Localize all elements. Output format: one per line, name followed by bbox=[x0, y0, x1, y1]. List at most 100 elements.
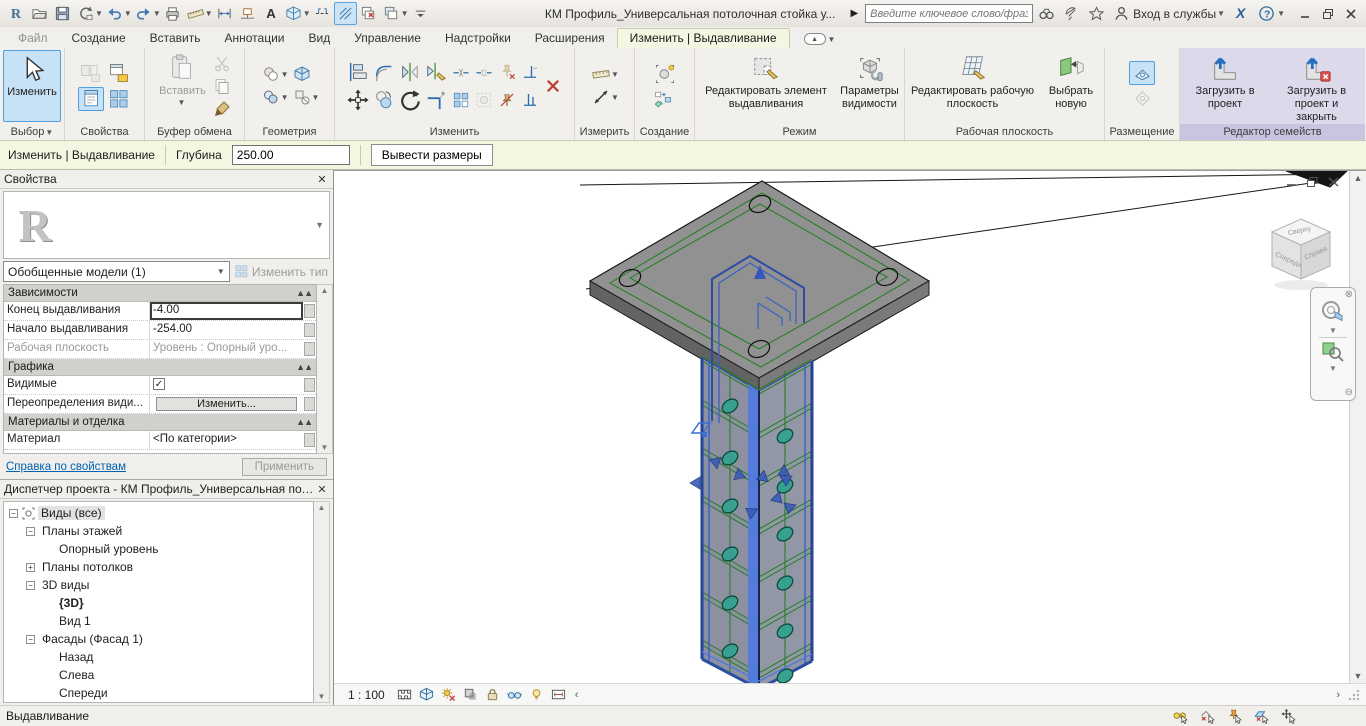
type-selector[interactable]: Обобщенные модели (1) ▼ bbox=[3, 261, 230, 282]
split-element-icon[interactable] bbox=[450, 61, 472, 83]
close-hidden-windows-button[interactable] bbox=[357, 2, 380, 25]
associate-parameter-button[interactable] bbox=[304, 342, 315, 356]
mirror-draw-axis-icon[interactable] bbox=[424, 59, 449, 84]
ribbon-collapse-dropdown-icon[interactable]: ▼ bbox=[828, 35, 836, 44]
associate-parameter-button[interactable] bbox=[304, 323, 315, 337]
join-geometry-icon[interactable] bbox=[260, 86, 282, 108]
paste-button[interactable]: Вставить ▼ bbox=[156, 50, 209, 122]
tab-5[interactable]: Управление bbox=[342, 29, 433, 48]
browser-scrollbar[interactable]: ▲▼ bbox=[314, 501, 330, 703]
cut-geometry-icon[interactable] bbox=[260, 63, 282, 85]
text-button[interactable]: A bbox=[259, 2, 282, 25]
restore-button[interactable] bbox=[1319, 6, 1336, 21]
associate-parameter-button[interactable] bbox=[304, 397, 315, 411]
tree-expand-icon[interactable]: − bbox=[26, 581, 35, 590]
view-scale-button[interactable]: 1 : 100 bbox=[340, 687, 393, 703]
sun-path-icon[interactable] bbox=[439, 686, 459, 704]
tree-expand-icon[interactable]: − bbox=[26, 635, 35, 644]
sync-with-central-dropdown-icon[interactable]: ▼ bbox=[95, 9, 103, 18]
load-into-project-close-button[interactable]: Загрузить в проект и закрыть bbox=[1270, 50, 1363, 122]
select-by-face-toggle-icon[interactable] bbox=[1251, 707, 1273, 725]
resize-grip[interactable] bbox=[1348, 689, 1360, 701]
preview-dropdown-icon[interactable]: ▼ bbox=[315, 220, 324, 230]
tree-item[interactable]: Назад bbox=[4, 648, 313, 666]
detail-level-icon[interactable] bbox=[395, 686, 415, 704]
edit-extrusion-button[interactable]: Редактировать элемент выдавливания bbox=[697, 50, 835, 122]
tab-1[interactable]: Создание bbox=[60, 29, 138, 48]
properties-palette-icon[interactable] bbox=[78, 87, 104, 111]
property-value[interactable]: -254.00 bbox=[150, 321, 303, 339]
section-button[interactable] bbox=[311, 2, 334, 25]
copy-tool-icon[interactable] bbox=[372, 87, 397, 112]
unpin-icon[interactable] bbox=[496, 89, 518, 111]
offset-icon[interactable] bbox=[372, 59, 397, 84]
sync-with-central-button[interactable] bbox=[74, 2, 97, 25]
tree-item[interactable]: −Планы этажей bbox=[4, 522, 313, 540]
drag-elements-toggle-icon[interactable] bbox=[1278, 707, 1300, 725]
measure-dropdown-icon[interactable]: ▼ bbox=[205, 9, 213, 18]
browser-close-icon[interactable]: ✕ bbox=[315, 482, 329, 496]
tab-7[interactable]: Расширения bbox=[523, 29, 617, 48]
tab-3[interactable]: Аннотации bbox=[213, 29, 297, 48]
select-pinned-toggle-icon[interactable] bbox=[1224, 707, 1246, 725]
measure-ruler-icon[interactable] bbox=[590, 63, 612, 85]
tab-6[interactable]: Надстройки bbox=[433, 29, 523, 48]
associate-parameter-button[interactable] bbox=[304, 304, 315, 318]
create-group-icon[interactable] bbox=[652, 62, 677, 87]
create-similar-icon[interactable] bbox=[652, 88, 674, 110]
tree-item[interactable]: Вид 1 bbox=[4, 612, 313, 630]
property-section[interactable]: Графика▲▲ bbox=[4, 359, 316, 376]
tree-item[interactable]: Спереди bbox=[4, 684, 313, 702]
communication-center-icon[interactable] bbox=[1059, 3, 1083, 25]
thin-lines-button[interactable] bbox=[334, 2, 357, 25]
place-on-work-plane-icon[interactable] bbox=[1129, 86, 1155, 110]
tab-modify-extrusion-active[interactable]: Изменить | Выдавливание bbox=[617, 28, 790, 48]
measure-between-icon[interactable] bbox=[590, 86, 612, 108]
trim-extend-multiple-icon[interactable] bbox=[519, 89, 541, 111]
ribbon-collapse-button[interactable]: ▲ bbox=[804, 33, 826, 45]
visibility-settings-button[interactable]: Параметры видимости bbox=[837, 50, 902, 122]
aligned-dimension-button[interactable] bbox=[213, 2, 236, 25]
copy-icon[interactable] bbox=[211, 75, 233, 97]
minimize-button[interactable] bbox=[1296, 6, 1313, 21]
property-value[interactable]: -4.00 bbox=[150, 302, 303, 320]
steering-wheel-icon[interactable] bbox=[1320, 300, 1346, 327]
vertical-scrollbar[interactable]: ▲▼ bbox=[1349, 171, 1366, 683]
section-collapse-icon[interactable]: ▲▲ bbox=[296, 362, 312, 372]
switch-windows-button[interactable] bbox=[380, 2, 403, 25]
property-value[interactable]: ✓ bbox=[150, 376, 303, 394]
tree-item[interactable]: Опорный уровень bbox=[4, 540, 313, 558]
edit-work-plane-button[interactable]: Редактировать рабочую плоскость bbox=[907, 50, 1038, 122]
search-icon[interactable] bbox=[1034, 3, 1058, 25]
print-button[interactable] bbox=[161, 2, 184, 25]
array-icon[interactable] bbox=[450, 89, 472, 111]
family-types-icon[interactable] bbox=[78, 61, 103, 86]
tree-item[interactable]: {3D} bbox=[4, 594, 313, 612]
scroll-right-icon[interactable]: › bbox=[1332, 689, 1344, 701]
move-icon[interactable] bbox=[346, 87, 371, 112]
select-links-toggle-icon[interactable] bbox=[1170, 707, 1192, 725]
lock-view-icon[interactable] bbox=[483, 686, 503, 704]
trim-extend-single-icon[interactable] bbox=[519, 61, 541, 83]
tree-item[interactable]: −Виды (все) bbox=[4, 504, 313, 522]
viewcube[interactable]: Сверху Спереди Справа bbox=[1272, 219, 1330, 290]
customize-qat-button[interactable] bbox=[409, 2, 432, 25]
trim-extend-corner-icon[interactable] bbox=[424, 87, 449, 112]
family-connections-icon[interactable] bbox=[106, 86, 131, 111]
edit-type-button[interactable]: Изменить тип bbox=[234, 264, 330, 279]
align-icon[interactable] bbox=[346, 59, 371, 84]
help-icon[interactable]: ? bbox=[1254, 3, 1278, 25]
tab-2[interactable]: Вставить bbox=[138, 29, 213, 48]
place-on-face-icon[interactable] bbox=[1129, 61, 1155, 85]
pick-new-plane-button[interactable]: Выбрать новую bbox=[1040, 50, 1102, 122]
family-category-icon[interactable] bbox=[106, 60, 131, 85]
navbar-close-icon[interactable]: ⊗ bbox=[1345, 290, 1353, 300]
type-preview[interactable]: R ▼ bbox=[3, 191, 330, 259]
view-minimize-icon[interactable] bbox=[1284, 176, 1298, 188]
visible-checkbox[interactable]: ✓ bbox=[153, 378, 165, 390]
tab-file[interactable]: Файл bbox=[6, 29, 60, 48]
view-close-icon[interactable] bbox=[1326, 176, 1340, 188]
edit-overrides-button[interactable]: Изменить... bbox=[156, 397, 297, 411]
open-button[interactable] bbox=[28, 2, 51, 25]
visual-style-icon[interactable] bbox=[417, 686, 437, 704]
